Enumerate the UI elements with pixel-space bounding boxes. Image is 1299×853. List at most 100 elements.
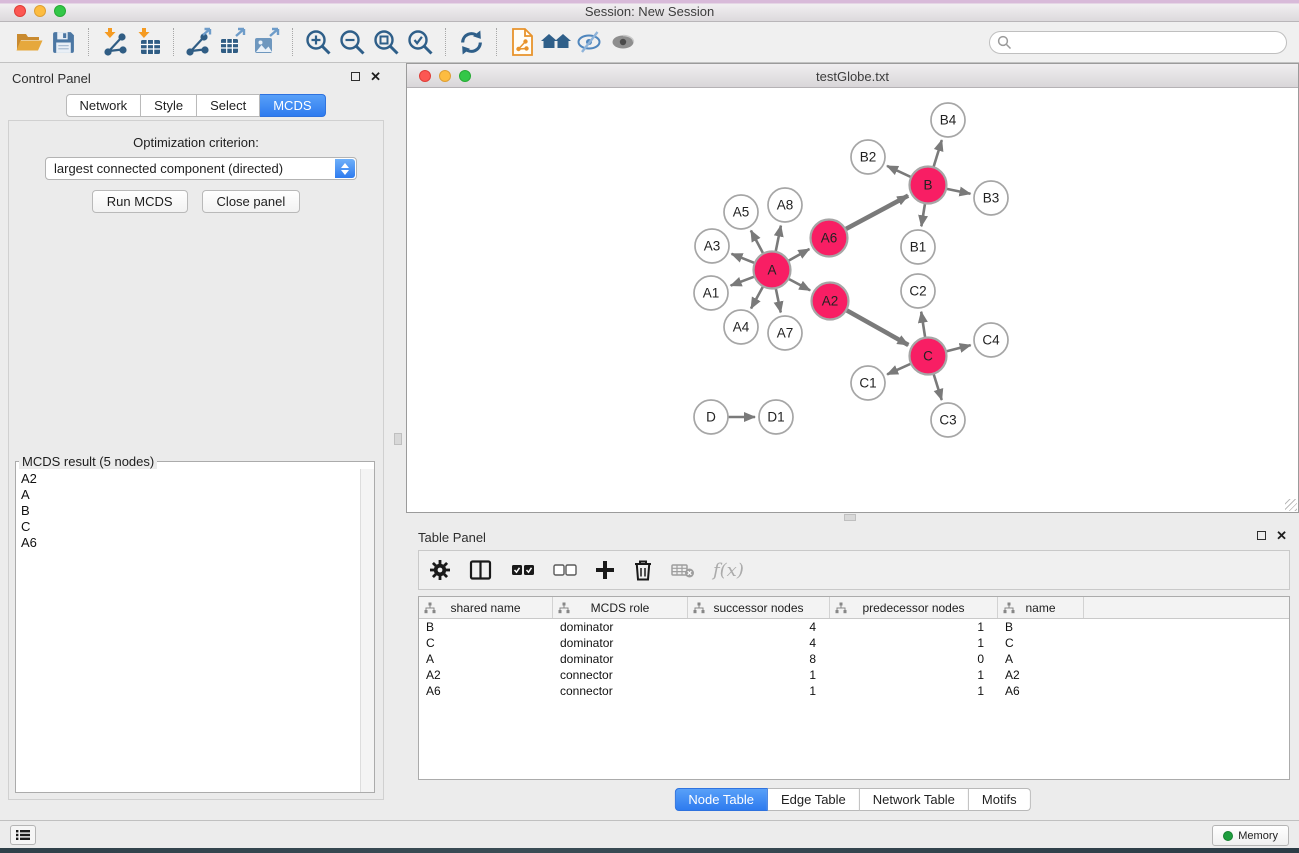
result-item[interactable]: A2 [21, 471, 360, 487]
table-cell[interactable]: A [998, 652, 1084, 666]
select-all-checks-icon[interactable] [511, 563, 535, 577]
deselect-all-checks-icon[interactable] [553, 563, 577, 577]
tab-network-table[interactable]: Network Table [860, 788, 969, 811]
add-row-icon[interactable] [595, 560, 615, 580]
table-cell[interactable]: dominator [553, 652, 688, 666]
table-cell[interactable]: A2 [419, 668, 553, 682]
zoom-out-icon[interactable] [335, 26, 369, 58]
export-network-icon[interactable] [182, 26, 216, 58]
splitter-handle[interactable] [844, 514, 856, 521]
resize-grip-icon[interactable] [1285, 499, 1297, 511]
table-cell[interactable]: 4 [688, 636, 830, 650]
table-row[interactable]: Cdominator41C [419, 635, 1289, 651]
result-item[interactable]: A [21, 487, 360, 503]
splitter-handle[interactable] [394, 433, 402, 445]
search-field-wrap [989, 31, 1287, 54]
mcds-panel: Optimization criterion: largest connecte… [8, 120, 384, 800]
table-cell[interactable]: C [419, 636, 553, 650]
memory-button[interactable]: Memory [1212, 825, 1289, 846]
table-cell[interactable]: C [998, 636, 1084, 650]
close-panel-icon[interactable]: ✕ [1276, 531, 1287, 540]
show-panels-button[interactable] [10, 825, 36, 845]
tab-select[interactable]: Select [197, 94, 260, 117]
double-home-icon[interactable] [539, 26, 573, 58]
table-cell[interactable]: 1 [830, 620, 998, 634]
result-scrollbar[interactable] [360, 469, 374, 792]
table-cell[interactable]: dominator [553, 636, 688, 650]
column-header[interactable]: name [998, 597, 1084, 618]
table-cell[interactable]: 1 [830, 668, 998, 682]
float-panel-icon[interactable] [1257, 531, 1266, 540]
table-row[interactable]: A2connector11A2 [419, 667, 1289, 683]
float-panel-icon[interactable] [351, 72, 360, 81]
table-cell[interactable]: 1 [830, 684, 998, 698]
session-title: Session: New Session [0, 4, 1299, 19]
open-session-icon[interactable] [12, 26, 46, 58]
graph-node-label: A2 [822, 294, 839, 309]
result-item[interactable]: B [21, 503, 360, 519]
tab-edge-table[interactable]: Edge Table [768, 788, 860, 811]
table-cell[interactable]: A6 [419, 684, 553, 698]
table-cell[interactable]: B [998, 620, 1084, 634]
status-bar: Memory [0, 820, 1299, 848]
table-cell[interactable]: connector [553, 668, 688, 682]
column-header[interactable]: MCDS role [553, 597, 688, 618]
graph-node-label: C4 [982, 333, 1000, 348]
graph-node-label: A [767, 263, 776, 278]
graph-node-label: D1 [767, 410, 784, 425]
graph-node-label: C3 [939, 413, 956, 428]
table-cell[interactable]: dominator [553, 620, 688, 634]
column-header[interactable]: shared name [419, 597, 553, 618]
export-image-icon[interactable] [250, 26, 284, 58]
hide-eye-icon[interactable] [573, 26, 607, 58]
close-panel-button[interactable]: Close panel [202, 190, 301, 213]
table-cell[interactable]: B [419, 620, 553, 634]
table-settings-icon[interactable] [429, 559, 451, 581]
horizontal-splitter[interactable] [406, 513, 1299, 522]
zoom-selected-icon[interactable] [403, 26, 437, 58]
import-network-icon[interactable] [97, 26, 131, 58]
result-item[interactable]: A6 [21, 535, 360, 551]
table-cell[interactable]: 1 [830, 636, 998, 650]
table-row[interactable]: A6connector11A6 [419, 683, 1289, 699]
result-item[interactable]: C [21, 519, 360, 535]
table-row[interactable]: Bdominator41B [419, 619, 1289, 635]
table-cell[interactable]: 0 [830, 652, 998, 666]
import-table-icon[interactable] [131, 26, 165, 58]
search-input[interactable] [989, 31, 1287, 54]
export-table-icon[interactable] [216, 26, 250, 58]
close-panel-icon[interactable]: ✕ [370, 72, 381, 81]
column-header[interactable]: predecessor nodes [830, 597, 998, 618]
column-header[interactable]: successor nodes [688, 597, 830, 618]
delete-rows-icon[interactable] [633, 559, 653, 581]
table-cell[interactable]: 8 [688, 652, 830, 666]
zoom-in-icon[interactable] [301, 26, 335, 58]
column-visibility-icon[interactable] [469, 559, 493, 581]
run-mcds-button[interactable]: Run MCDS [92, 190, 188, 213]
network-canvas[interactable]: AA1A2A3A4A5A6A7A8BB1B2B3B4CC1C2C3C4DD1 [407, 88, 1298, 512]
tab-network[interactable]: Network [65, 94, 141, 117]
tab-style[interactable]: Style [141, 94, 197, 117]
table-cell[interactable]: A [419, 652, 553, 666]
refresh-icon[interactable] [454, 26, 488, 58]
network-window-titlebar: testGlobe.txt [407, 64, 1298, 88]
tab-node-table[interactable]: Node Table [674, 788, 768, 811]
table-cell[interactable]: 1 [688, 668, 830, 682]
optimization-criterion-label: Optimization criterion: [9, 135, 383, 150]
tab-motifs[interactable]: Motifs [969, 788, 1031, 811]
tab-mcds[interactable]: MCDS [260, 94, 325, 117]
table-cell[interactable]: 4 [688, 620, 830, 634]
table-cell[interactable]: A6 [998, 684, 1084, 698]
select-stepper-icon [335, 159, 355, 178]
save-session-icon[interactable] [46, 26, 80, 58]
document-network-icon[interactable] [505, 26, 539, 58]
table-cell[interactable]: connector [553, 684, 688, 698]
table-row[interactable]: Adominator80A [419, 651, 1289, 667]
vertical-splitter[interactable] [391, 63, 406, 820]
show-eye-icon[interactable] [607, 26, 641, 58]
graph-node-label: A8 [777, 198, 794, 213]
table-cell[interactable]: 1 [688, 684, 830, 698]
criterion-select[interactable]: largest connected component (directed) [45, 157, 357, 180]
zoom-fit-icon[interactable] [369, 26, 403, 58]
table-cell[interactable]: A2 [998, 668, 1084, 682]
